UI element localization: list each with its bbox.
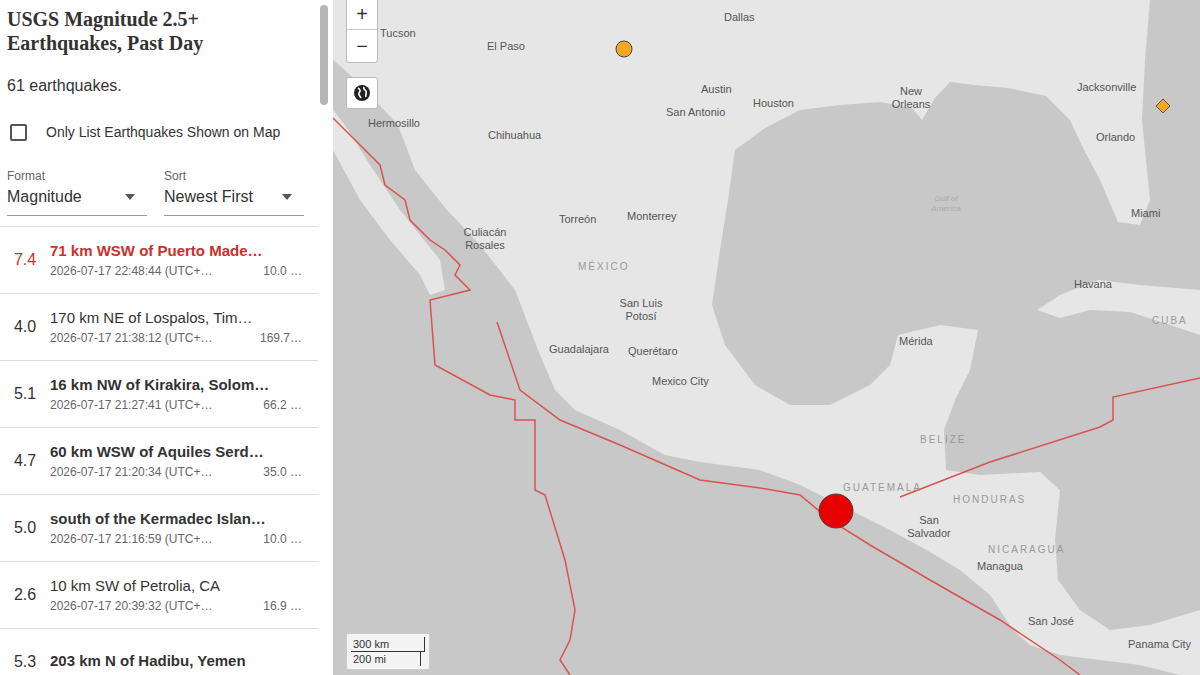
place: 60 km WSW of Aquiles Serd…: [50, 442, 302, 462]
checkbox[interactable]: [10, 124, 27, 141]
map-label: San José: [1028, 615, 1074, 628]
map-label: Querétaro: [628, 345, 678, 358]
place: 10 km SW of Petrolia, CA: [50, 576, 302, 596]
count: 61 earthquakes.: [0, 77, 318, 95]
plate-boundary: [497, 322, 1080, 675]
map-label: Tucson: [380, 27, 416, 40]
dropdown-caret-icon: [125, 194, 135, 200]
magnitude: 5.1: [0, 382, 50, 406]
earthquake-diamond-icon[interactable]: [1154, 97, 1172, 115]
map-label: CUBA: [1152, 314, 1188, 327]
map-label: Culiacán Rosales: [452, 226, 518, 252]
map-label: New Orleans: [884, 85, 938, 111]
magnitude: 4.7: [0, 449, 50, 473]
map-label: Mérida: [899, 335, 933, 348]
time: 2026-07-17 20:39:32 (UTC+…: [50, 598, 212, 614]
place: 16 km NW of Kirakira, Solom…: [50, 375, 302, 395]
plate-boundary: [900, 378, 1200, 497]
map-label: Mexico City: [652, 375, 709, 388]
map-label: Gulf of America: [921, 194, 971, 214]
time: 2026-07-17 21:20:34 (UTC+…: [50, 464, 212, 480]
earthquake-row[interactable]: 5.0south of the Kermadec Islan… 2026-07-1…: [0, 494, 318, 561]
sidebar: USGS Magnitude 2.5+ Earthquakes, Past Da…: [0, 0, 318, 675]
magnitude: 2.6: [0, 583, 50, 607]
map[interactable]: Tucson El Paso Dallas Austin Houston San Anto…: [333, 0, 1200, 675]
plate-boundary: [333, 118, 575, 675]
land: [1037, 280, 1200, 335]
map-label: Orlando: [1096, 131, 1135, 144]
map-label: Houston: [753, 97, 794, 110]
place: 71 km WSW of Puerto Made…: [50, 241, 302, 261]
magnitude: 5.3: [0, 650, 50, 674]
depth: 16.9 …: [263, 598, 302, 614]
time: 2026-07-17 21:16:59 (UTC+…: [50, 531, 212, 547]
map-label: Panama City: [1128, 638, 1191, 651]
sort-select[interactable]: SortNewest First: [164, 168, 304, 216]
map-label: Dallas: [724, 11, 755, 24]
earthquake-row[interactable]: 4.760 km WSW of Aquiles Serd… 2026-07-17 …: [0, 427, 318, 494]
map-label: Jacksonville: [1077, 81, 1136, 94]
magnitude: 7.4: [0, 248, 50, 272]
earthquake-list: 7.471 km WSW of Puerto Made… 2026-07-17 2…: [0, 226, 318, 675]
earthquake-row[interactable]: 7.471 km WSW of Puerto Made… 2026-07-17 2…: [0, 226, 318, 293]
format-select[interactable]: FormatMagnitude: [7, 168, 147, 216]
zoom-controls: +−: [346, 0, 378, 63]
time: 2026-07-17 21:27:41 (UTC+…: [50, 397, 212, 413]
map-label: San Salvador: [896, 514, 962, 540]
map-label: Chihuahua: [488, 129, 541, 142]
zoom-in-button[interactable]: +: [347, 0, 377, 30]
map-label: HONDURAS: [953, 493, 1026, 506]
title: USGS Magnitude 2.5+ Earthquakes, Past Da…: [0, 0, 270, 55]
scrollbar-thumb[interactable]: [320, 5, 328, 105]
map-label: El Paso: [487, 40, 525, 53]
map-label: GUATEMALA: [843, 481, 922, 494]
depth: 66.2 …: [263, 397, 302, 413]
place: 170 km NE of Lospalos, Tim…: [50, 308, 302, 328]
map-label: NICARAGUA: [988, 543, 1065, 556]
depth: 10.0 …: [263, 263, 302, 279]
globe-icon: [353, 84, 371, 102]
map-label: Guadalajara: [549, 343, 609, 356]
map-label: San Luis Potosí: [608, 297, 674, 323]
earthquake-row[interactable]: 5.3203 km N of Hadibu, Yemen: [0, 628, 318, 675]
map-label: Managua: [977, 560, 1023, 573]
map-label: Monterrey: [627, 210, 677, 223]
map-label: Havana: [1074, 278, 1112, 291]
map-label: MÉXICO: [578, 260, 629, 273]
basemap-button[interactable]: [346, 77, 378, 109]
earthquake-row[interactable]: 4.0170 km NE of Lospalos, Tim… 2026-07-17…: [0, 293, 318, 360]
map-label: Hermosillo: [368, 117, 420, 130]
map-label: Miami: [1131, 207, 1160, 220]
zoom-out-button[interactable]: −: [347, 30, 377, 62]
earthquake-row[interactable]: 2.610 km SW of Petrolia, CA 2026-07-17 20…: [0, 561, 318, 628]
depth: 10.0 …: [263, 531, 302, 547]
map-label: Torreón: [559, 213, 596, 226]
scale-imperial: 200 mi: [351, 652, 421, 666]
filter-checkbox-row[interactable]: Only List Earthquakes Shown on Map: [0, 122, 318, 143]
time: 2026-07-17 21:38:12 (UTC+…: [50, 330, 212, 346]
map-label: BELIZE: [920, 433, 966, 446]
depth: 169.7…: [260, 330, 302, 346]
earthquake-circle-icon[interactable]: [817, 492, 855, 530]
app: USGS Magnitude 2.5+ Earthquakes, Past Da…: [0, 0, 1200, 675]
dropdown-caret-icon: [282, 194, 292, 200]
earthquake-circle-icon[interactable]: [614, 39, 634, 59]
place: south of the Kermadec Islan…: [50, 509, 302, 529]
time: 2026-07-17 22:48:44 (UTC+…: [50, 263, 212, 279]
scale-metric: 300 km: [351, 637, 425, 652]
map-label: San Antonio: [666, 106, 725, 119]
scale-bar: 300 km200 mi: [346, 633, 430, 670]
magnitude: 4.0: [0, 315, 50, 339]
depth: 35.0 …: [263, 464, 302, 480]
earthquake-row[interactable]: 5.116 km NW of Kirakira, Solom… 2026-07-1…: [0, 360, 318, 427]
scrollbar[interactable]: [318, 0, 333, 675]
land: [333, 0, 1200, 675]
place: 203 km N of Hadibu, Yemen: [50, 651, 302, 671]
map-label: Austin: [701, 83, 732, 96]
land: [333, 110, 445, 295]
magnitude: 5.0: [0, 516, 50, 540]
